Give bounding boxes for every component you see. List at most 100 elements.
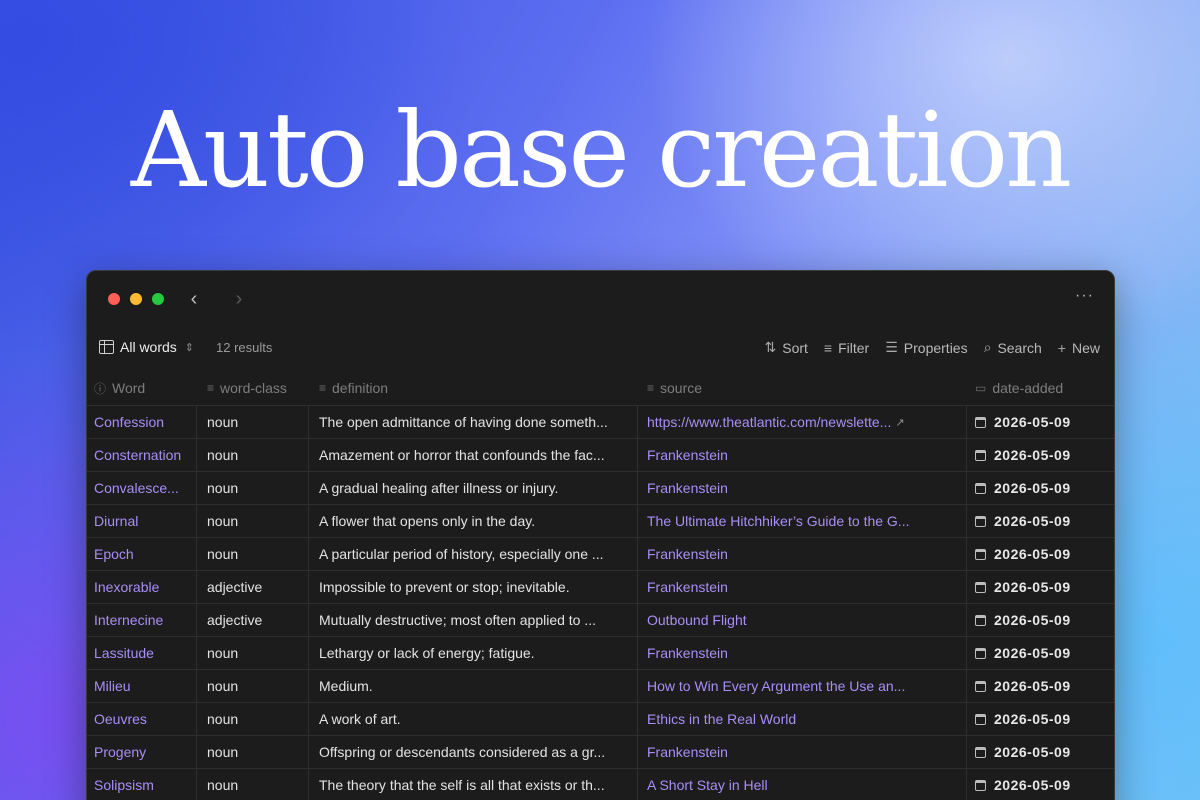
word-cell[interactable]: Confession xyxy=(87,406,197,438)
calendar-icon: ▭ xyxy=(975,381,987,395)
date-added-cell[interactable]: 2026-05-09 xyxy=(967,736,1114,768)
calendar-icon xyxy=(975,548,986,560)
table-row[interactable]: Inexorable adjective Impossible to prevent… xyxy=(87,570,1114,603)
external-link-icon[interactable]: ↗ xyxy=(895,416,904,429)
word-cell[interactable]: Convalesce... xyxy=(87,472,197,504)
word-cell[interactable]: Lassitude xyxy=(87,637,197,669)
calendar-icon xyxy=(975,482,986,494)
date-added-cell[interactable]: 2026-05-09 xyxy=(967,604,1114,636)
calendar-icon xyxy=(975,581,986,593)
source-cell[interactable]: https://www.theatlantic.com/newslette...… xyxy=(638,406,967,438)
word-cell[interactable]: Internecine xyxy=(87,604,197,636)
table-row[interactable]: Epoch noun A particular period of history,… xyxy=(87,537,1114,570)
word-class-cell[interactable]: noun xyxy=(197,439,309,471)
filter-icon: ≡ xyxy=(823,339,833,356)
sort-button[interactable]: ⇅ Sort xyxy=(765,339,808,356)
new-label: New xyxy=(1071,339,1100,356)
definition-cell[interactable]: Lethargy or lack of energy; fatigue. xyxy=(309,637,638,669)
source-cell[interactable]: Frankenstein xyxy=(638,571,967,603)
properties-label: Properties xyxy=(903,339,968,356)
column-header-definition[interactable]: ≡ definition xyxy=(309,371,638,405)
source-cell[interactable]: Frankenstein xyxy=(638,439,967,471)
definition-cell[interactable]: Impossible to prevent or stop; inevitabl… xyxy=(309,571,638,603)
word-class-cell[interactable]: noun xyxy=(197,670,309,702)
date-added-cell[interactable]: 2026-05-09 xyxy=(967,406,1114,438)
source-cell[interactable]: Frankenstein xyxy=(638,538,967,570)
source-cell[interactable]: Frankenstein xyxy=(638,472,967,504)
column-header-source[interactable]: ≡ source xyxy=(638,371,967,405)
word-class-cell[interactable]: noun xyxy=(197,637,309,669)
table-row[interactable]: Progeny noun Offspring or descendants cons… xyxy=(87,735,1114,768)
text-icon: ≡ xyxy=(319,381,327,395)
source-cell[interactable]: Outbound Flight xyxy=(638,604,967,636)
word-class-cell[interactable]: noun xyxy=(197,406,309,438)
definition-cell[interactable]: A particular period of history, especial… xyxy=(309,538,638,570)
filter-button[interactable]: ≡ Filter xyxy=(824,339,869,356)
word-class-cell[interactable]: noun xyxy=(197,769,309,800)
date-added-cell[interactable]: 2026-05-09 xyxy=(967,637,1114,669)
column-header-word-class[interactable]: ≡ word-class xyxy=(197,371,309,405)
word-cell[interactable]: Progeny xyxy=(87,736,197,768)
date-added-cell[interactable]: 2026-05-09 xyxy=(967,538,1114,570)
column-header-word[interactable]: ⓘ Word xyxy=(87,371,197,405)
definition-cell[interactable]: A gradual healing after illness or injur… xyxy=(309,472,638,504)
back-button[interactable]: ‹ xyxy=(184,287,204,311)
new-button[interactable]: + New xyxy=(1058,339,1100,356)
source-cell[interactable]: Ethics in the Real World xyxy=(638,703,967,735)
date-added-cell[interactable]: 2026-05-09 xyxy=(967,703,1114,735)
date-added-cell[interactable]: 2026-05-09 xyxy=(967,439,1114,471)
source-cell[interactable]: Frankenstein xyxy=(638,637,967,669)
definition-cell[interactable]: The open admittance of having done somet… xyxy=(309,406,638,438)
table-row[interactable]: Diurnal noun A flower that opens only in t… xyxy=(87,504,1114,537)
word-cell[interactable]: Inexorable xyxy=(87,571,197,603)
word-cell[interactable]: Milieu xyxy=(87,670,197,702)
definition-cell[interactable]: Amazement or horror that confounds the f… xyxy=(309,439,638,471)
table-row[interactable]: Convalesce... noun A gradual healing after… xyxy=(87,471,1114,504)
properties-button[interactable]: ☰ Properties xyxy=(885,339,967,356)
column-header-date-added[interactable]: ▭ date-added xyxy=(967,371,1114,405)
word-cell[interactable]: Diurnal xyxy=(87,505,197,537)
word-cell[interactable]: Consternation xyxy=(87,439,197,471)
table-header: ⓘ Word ≡ word-class ≡ definition ≡ sourc… xyxy=(87,371,1114,405)
table-row[interactable]: Consternation noun Amazement or horror tha… xyxy=(87,438,1114,471)
word-class-cell[interactable]: noun xyxy=(197,703,309,735)
word-cell[interactable]: Epoch xyxy=(87,538,197,570)
table-row[interactable]: Oeuvres noun A work of art. Ethics in the R… xyxy=(87,702,1114,735)
definition-cell[interactable]: A work of art. xyxy=(309,703,638,735)
table-row[interactable]: Lassitude noun Lethargy or lack of energy;… xyxy=(87,636,1114,669)
maximize-window-button[interactable] xyxy=(152,293,164,305)
date-added-cell[interactable]: 2026-05-09 xyxy=(967,769,1114,800)
definition-cell[interactable]: A flower that opens only in the day. xyxy=(309,505,638,537)
date-added-cell[interactable]: 2026-05-09 xyxy=(967,472,1114,504)
minimize-window-button[interactable] xyxy=(130,293,142,305)
table-row[interactable]: Milieu noun Medium. How to Win Every Argume… xyxy=(87,669,1114,702)
forward-button[interactable]: › xyxy=(229,287,249,311)
source-cell[interactable]: The Ultimate Hitchhiker’s Guide to the G… xyxy=(638,505,967,537)
view-selector[interactable]: All words ⇕ xyxy=(99,339,194,355)
definition-cell[interactable]: Medium. xyxy=(309,670,638,702)
word-class-cell[interactable]: noun xyxy=(197,472,309,504)
more-options-button[interactable]: ··· xyxy=(1075,287,1094,305)
view-label: All words xyxy=(120,339,177,355)
close-window-button[interactable] xyxy=(108,293,120,305)
source-cell[interactable]: A Short Stay in Hell xyxy=(638,769,967,800)
word-class-cell[interactable]: noun xyxy=(197,736,309,768)
date-added-cell[interactable]: 2026-05-09 xyxy=(967,670,1114,702)
word-class-cell[interactable]: adjective xyxy=(197,604,309,636)
source-cell[interactable]: Frankenstein xyxy=(638,736,967,768)
definition-cell[interactable]: Mutually destructive; most often applied… xyxy=(309,604,638,636)
table-row[interactable]: Internecine adjective Mutually destructive… xyxy=(87,603,1114,636)
source-cell[interactable]: How to Win Every Argument the Use an... xyxy=(638,670,967,702)
word-class-cell[interactable]: adjective xyxy=(197,571,309,603)
definition-cell[interactable]: The theory that the self is all that exi… xyxy=(309,769,638,800)
date-added-cell[interactable]: 2026-05-09 xyxy=(967,505,1114,537)
search-button[interactable]: ⌕ Search xyxy=(984,339,1042,356)
definition-cell[interactable]: Offspring or descendants considered as a… xyxy=(309,736,638,768)
word-cell[interactable]: Oeuvres xyxy=(87,703,197,735)
word-class-cell[interactable]: noun xyxy=(197,505,309,537)
table-row[interactable]: Solipsism noun The theory that the self is… xyxy=(87,768,1114,800)
date-added-cell[interactable]: 2026-05-09 xyxy=(967,571,1114,603)
word-class-cell[interactable]: noun xyxy=(197,538,309,570)
table-row[interactable]: Confession noun The open admittance of hav… xyxy=(87,405,1114,438)
word-cell[interactable]: Solipsism xyxy=(87,769,197,800)
